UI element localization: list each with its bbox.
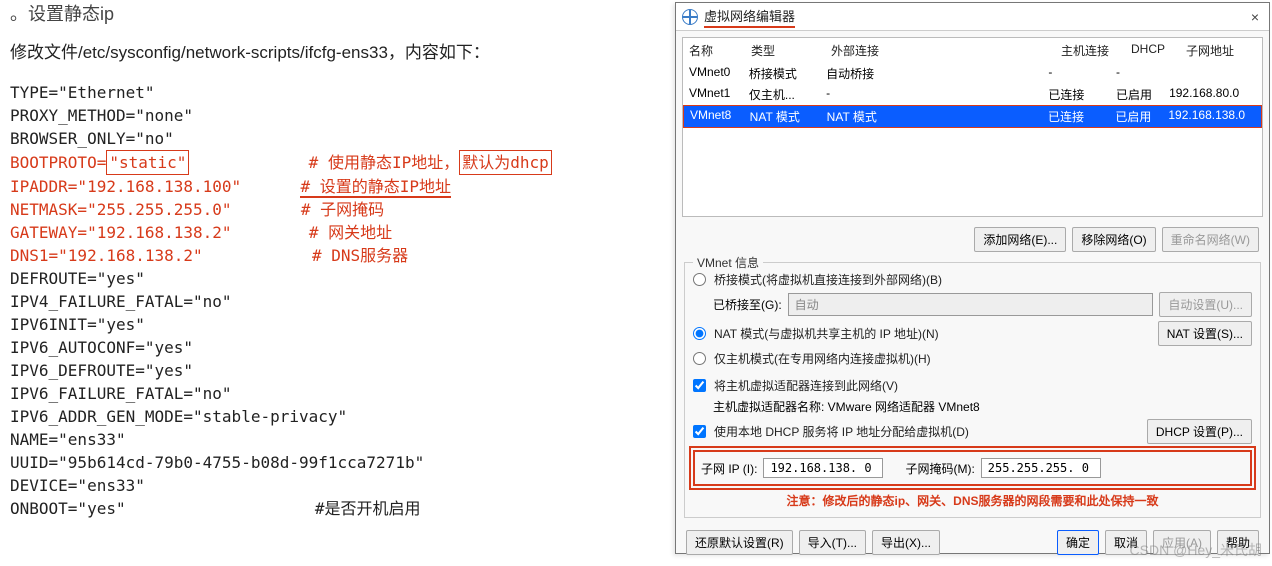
check-dhcp[interactable]: 使用本地 DHCP 服务将 IP 地址分配给虚拟机(D) DHCP 设置(P).… xyxy=(693,417,1252,446)
ok-button[interactable]: 确定 xyxy=(1057,530,1099,555)
code-line: DNS1="192.168.138.2" # DNS服务器 xyxy=(10,244,660,267)
rename-network-button[interactable]: 重命名网络(W) xyxy=(1162,227,1259,252)
doc-pane: 。设置静态ip 修改文件/etc/sysconfig/network-scrip… xyxy=(10,0,660,520)
code-line: IPV6_FAILURE_FATAL="no" xyxy=(10,382,660,405)
bridge-to-label: 已桥接至(G): xyxy=(713,296,782,313)
restore-defaults-button[interactable]: 还原默认设置(R) xyxy=(686,530,793,555)
note-text: 注意：修改后的静态ip、网关、DNS服务器的网段需要和此处保持一致 xyxy=(693,490,1252,511)
nat-settings-button[interactable]: NAT 设置(S)... xyxy=(1158,321,1252,346)
radio-bridge[interactable]: 桥接模式(将虚拟机直接连接到外部网络)(B) xyxy=(693,269,1252,290)
code-line: NAME="ens33" xyxy=(10,428,660,451)
radio-nat-input[interactable] xyxy=(693,327,706,340)
globe-icon xyxy=(682,9,698,25)
subnet-ip-label: 子网 IP (I): xyxy=(701,460,757,477)
virtual-network-editor-dialog: 虚拟网络编辑器 × 名称 类型 外部连接 主机连接 DHCP 子网地址 VMne… xyxy=(675,2,1270,554)
code-line: UUID="95b614cd-79b0-4755-b08d-99f1cca727… xyxy=(10,451,660,474)
network-buttons: 添加网络(E)... 移除网络(O) 重命名网络(W) xyxy=(676,223,1269,260)
table-row-selected[interactable]: VMnet8 NAT 模式 NAT 模式 已连接 已启用 192.168.138… xyxy=(683,105,1262,128)
code-line: IPV6INIT="yes" xyxy=(10,313,660,336)
code-line: DEFROUTE="yes" xyxy=(10,267,660,290)
code-line: IPV6_AUTOCONF="yes" xyxy=(10,336,660,359)
network-table: 名称 类型 外部连接 主机连接 DHCP 子网地址 VMnet0 桥接模式 自动… xyxy=(682,37,1263,217)
code-line: IPADDR="192.168.138.100" # 设置的静态IP地址 xyxy=(10,175,660,198)
code-line: GATEWAY="192.168.138.2" # 网关地址 xyxy=(10,221,660,244)
table-row[interactable]: VMnet0 桥接模式 自动桥接 - - xyxy=(683,63,1262,84)
heading: 。设置静态ip xyxy=(10,0,660,26)
check-host-adapter[interactable]: 将主机虚拟适配器连接到此网络(V) xyxy=(693,375,1252,396)
code-line: TYPE="Ethernet" xyxy=(10,81,660,104)
radio-hostonly-input[interactable] xyxy=(693,352,706,365)
dialog-title: 虚拟网络编辑器 xyxy=(704,6,795,28)
radio-hostonly[interactable]: 仅主机模式(在专用网络内连接虚拟机)(H) xyxy=(693,348,1252,369)
code-line: DEVICE="ens33" xyxy=(10,474,660,497)
code-line: IPV6_DEFROUTE="yes" xyxy=(10,359,660,382)
check-host-adapter-input[interactable] xyxy=(693,379,706,392)
auto-settings-button[interactable]: 自动设置(U)... xyxy=(1159,292,1252,317)
table-header: 名称 类型 外部连接 主机连接 DHCP 子网地址 xyxy=(683,38,1262,63)
col-name: 名称 xyxy=(689,42,751,59)
titlebar: 虚拟网络编辑器 × xyxy=(676,3,1269,31)
subnet-mask-input[interactable] xyxy=(981,458,1101,478)
code-line: PROXY_METHOD="none" xyxy=(10,104,660,127)
radio-nat[interactable]: NAT 模式(与虚拟机共享主机的 IP 地址)(N) NAT 设置(S)... xyxy=(693,319,1252,348)
col-dhcp: DHCP xyxy=(1131,42,1186,59)
intro-text: 修改文件/etc/sysconfig/network-scripts/ifcfg… xyxy=(10,38,660,63)
col-sub: 子网地址 xyxy=(1186,42,1263,59)
subnet-ip-input[interactable] xyxy=(763,458,883,478)
code-line: ONBOOT="yes" #是否开机启用 xyxy=(10,497,660,520)
code-line: NETMASK="255.255.255.0" # 子网掩码 xyxy=(10,198,660,221)
subnet-highlight: 子网 IP (I): 子网掩码(M): xyxy=(693,450,1252,486)
import-button[interactable]: 导入(T)... xyxy=(799,530,866,555)
code-line: BOOTPROTO="static" # 使用静态IP地址，默认为dhcp xyxy=(10,150,660,175)
host-adapter-name: 主机虚拟适配器名称: VMware 网络适配器 VMnet8 xyxy=(713,398,980,415)
close-icon[interactable]: × xyxy=(1247,7,1263,27)
table-row[interactable]: VMnet1 仅主机... - 已连接 已启用 192.168.80.0 xyxy=(683,84,1262,105)
add-network-button[interactable]: 添加网络(E)... xyxy=(974,227,1066,252)
check-dhcp-input[interactable] xyxy=(693,425,706,438)
col-type: 类型 xyxy=(751,42,831,59)
col-host: 主机连接 xyxy=(1061,42,1131,59)
config-code: TYPE="Ethernet" PROXY_METHOD="none" BROW… xyxy=(10,81,660,520)
code-line: IPV6_ADDR_GEN_MODE="stable-privacy" xyxy=(10,405,660,428)
subnet-mask-label: 子网掩码(M): xyxy=(905,460,974,477)
code-line: IPV4_FAILURE_FATAL="no" xyxy=(10,290,660,313)
code-line: BROWSER_ONLY="no" xyxy=(10,127,660,150)
dhcp-settings-button[interactable]: DHCP 设置(P)... xyxy=(1147,419,1252,444)
col-ext: 外部连接 xyxy=(831,42,1061,59)
group-title: VMnet 信息 xyxy=(693,254,763,271)
vmnet-info-group: VMnet 信息 桥接模式(将虚拟机直接连接到外部网络)(B) 已桥接至(G):… xyxy=(684,262,1261,518)
bridge-to-select[interactable]: 自动 xyxy=(788,293,1154,316)
remove-network-button[interactable]: 移除网络(O) xyxy=(1072,227,1155,252)
export-button[interactable]: 导出(X)... xyxy=(872,530,940,555)
watermark: CSDN @Hey_米氏胡 xyxy=(1130,540,1262,560)
radio-bridge-input[interactable] xyxy=(693,273,706,286)
